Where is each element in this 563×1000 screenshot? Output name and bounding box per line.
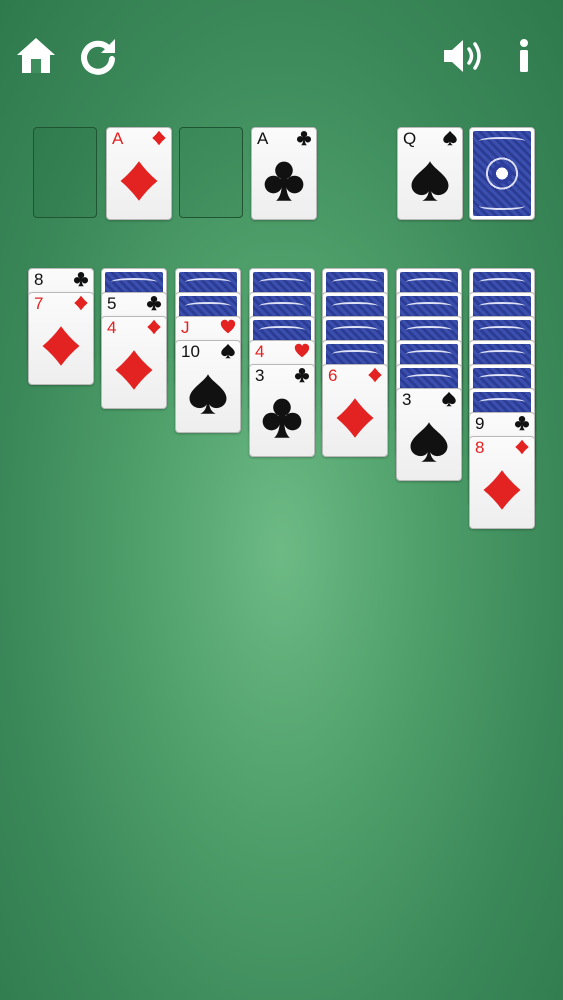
club-suit-icon: [146, 295, 162, 311]
foundation-card-a-of-clubs[interactable]: A: [251, 127, 317, 220]
card-rank: 10: [181, 342, 200, 361]
card-rank: 6: [328, 366, 338, 385]
diamond-suit-icon: [42, 325, 80, 366]
diamond-suit-icon: [336, 397, 374, 438]
card-3-of-clubs[interactable]: 3: [249, 364, 315, 457]
home-icon[interactable]: [14, 34, 58, 78]
card-rank: A: [112, 129, 124, 148]
card-rank: 3: [402, 390, 412, 409]
diamond-suit-icon: [483, 469, 521, 510]
card-6-of-diamonds[interactable]: 6: [322, 364, 388, 457]
spade-suit-icon: [410, 421, 448, 462]
card-rank: 5: [107, 294, 117, 313]
club-suit-icon: [73, 271, 89, 287]
spade-suit-icon: [189, 373, 227, 414]
waste-card-q-of-spades[interactable]: Q: [397, 127, 463, 220]
card-rank: 8: [475, 438, 485, 457]
card-rank: 4: [107, 318, 117, 337]
card-rank: 9: [475, 414, 485, 433]
heart-suit-icon: [294, 343, 310, 358]
diamond-suit-icon: [147, 319, 161, 335]
club-suit-icon: [264, 161, 304, 201]
card-rank: Q: [403, 129, 417, 148]
foundation-card-a-of-diamonds[interactable]: A: [106, 127, 172, 220]
stock-pile[interactable]: [469, 127, 535, 220]
spade-suit-icon: [221, 343, 235, 359]
diamond-suit-icon: [368, 367, 382, 383]
diamond-suit-icon: [74, 295, 88, 311]
card-3-of-spades[interactable]: 3: [396, 388, 462, 481]
card-7-of-diamonds[interactable]: 7: [28, 292, 94, 385]
card-rank: J: [181, 318, 190, 337]
info-icon[interactable]: [504, 34, 544, 78]
club-suit-icon: [262, 398, 302, 438]
diamond-suit-icon: [152, 130, 166, 146]
restart-icon[interactable]: [76, 34, 120, 78]
heart-suit-icon: [220, 319, 236, 334]
card-4-of-diamonds[interactable]: 4: [101, 316, 167, 409]
card-rank: 7: [34, 294, 44, 313]
diamond-suit-icon: [120, 160, 158, 201]
card-rank: 4: [255, 342, 265, 361]
spade-suit-icon: [411, 160, 449, 201]
club-suit-icon: [296, 130, 312, 146]
card-10-of-spades[interactable]: 10: [175, 340, 241, 433]
card-8-of-diamonds[interactable]: 8: [469, 436, 535, 529]
club-suit-icon: [514, 415, 530, 431]
spade-suit-icon: [443, 130, 457, 146]
card-rank: 3: [255, 366, 265, 385]
diamond-suit-icon: [115, 349, 153, 390]
spade-suit-icon: [442, 391, 456, 407]
club-suit-icon: [294, 367, 310, 383]
sound-icon[interactable]: [440, 34, 490, 78]
diamond-suit-icon: [515, 439, 529, 455]
foundation-empty-slot[interactable]: [179, 127, 243, 218]
foundation-empty-slot[interactable]: [33, 127, 97, 218]
card-back-pattern: [473, 131, 531, 216]
card-rank: 8: [34, 270, 44, 289]
card-rank: A: [257, 129, 269, 148]
